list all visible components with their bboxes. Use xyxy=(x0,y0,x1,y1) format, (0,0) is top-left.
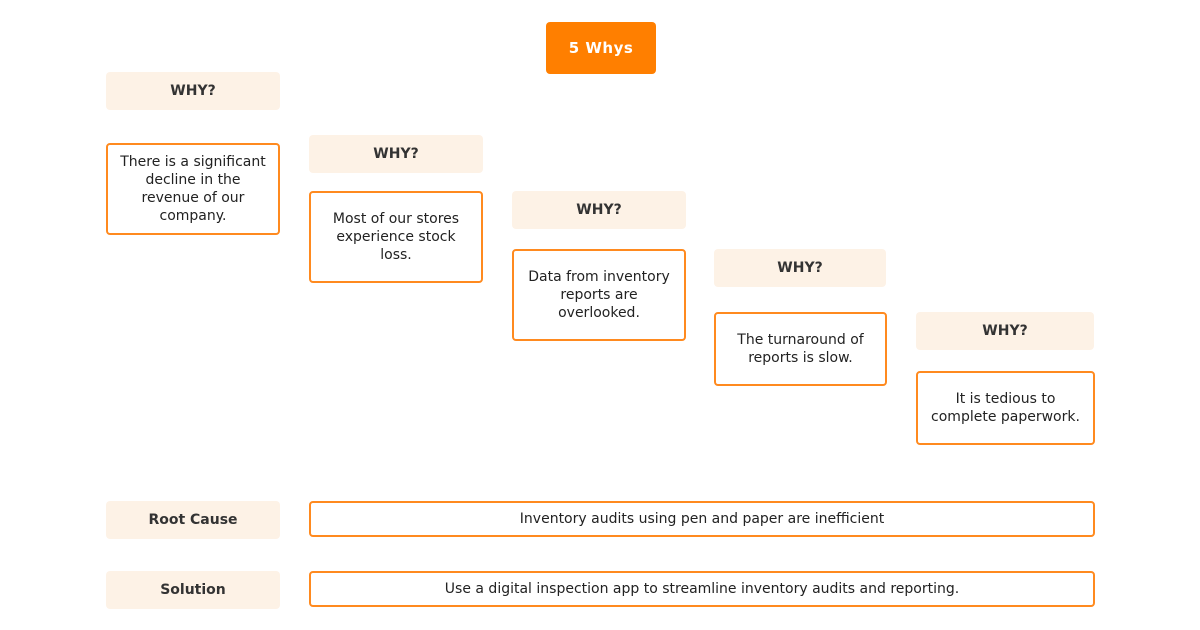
root-cause-box: Inventory audits using pen and paper are… xyxy=(309,501,1095,537)
why-label-4: WHY? xyxy=(714,249,886,287)
answer-box-5: It is tedious to complete paperwork. xyxy=(916,371,1095,445)
solution-label: Solution xyxy=(106,571,280,609)
why-label-1: WHY? xyxy=(106,72,280,110)
answer-box-4: The turnaround of reports is slow. xyxy=(714,312,887,386)
root-cause-label: Root Cause xyxy=(106,501,280,539)
solution-box: Use a digital inspection app to streamli… xyxy=(309,571,1095,607)
why-label-2: WHY? xyxy=(309,135,483,173)
diagram-title: 5 Whys xyxy=(546,22,656,74)
why-label-5: WHY? xyxy=(916,312,1094,350)
answer-box-1: There is a significant decline in the re… xyxy=(106,143,280,235)
why-label-3: WHY? xyxy=(512,191,686,229)
answer-box-3: Data from inventory reports are overlook… xyxy=(512,249,686,341)
answer-box-2: Most of our stores experience stock loss… xyxy=(309,191,483,283)
